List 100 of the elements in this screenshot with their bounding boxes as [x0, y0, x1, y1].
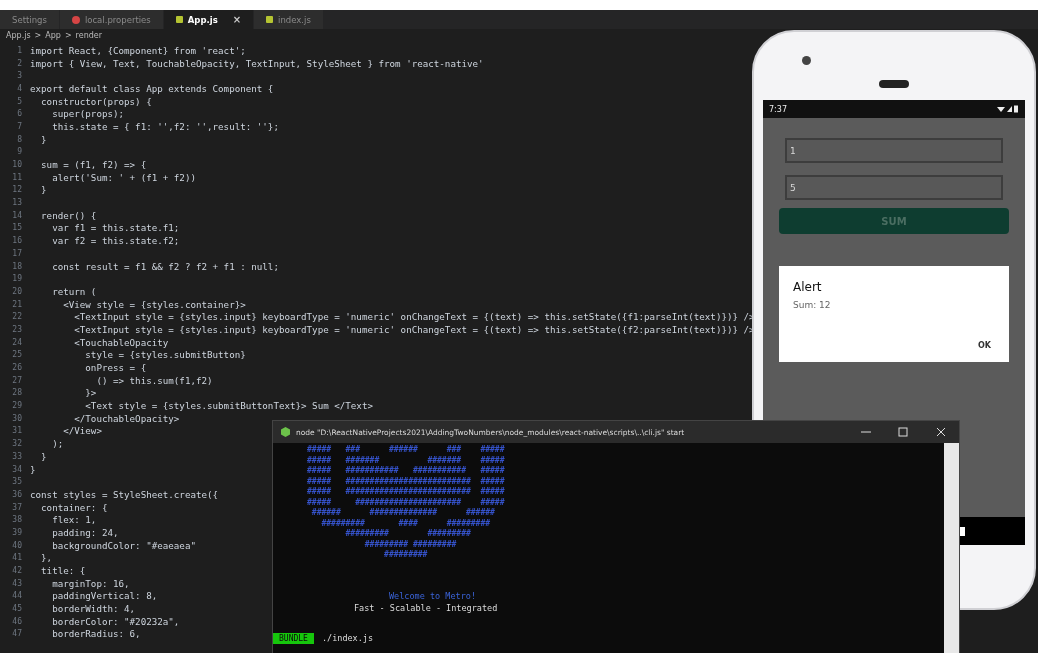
line-number: 33: [11, 451, 23, 461]
code-line: style = {styles.submitButton}: [84, 349, 246, 361]
code-line: <TouchableOpacity: [73, 336, 169, 348]
editor-tab[interactable]: index.js: [254, 10, 324, 29]
ascii-art-line: ######### #########: [344, 529, 472, 540]
editor-tab[interactable]: App.js ×: [163, 10, 255, 29]
code-line: }: [40, 450, 47, 462]
line-number: 18: [11, 261, 23, 271]
line-number: 8: [16, 134, 23, 144]
code-line: var f2 = this.state.f2;: [51, 235, 180, 247]
tab-label: local.properties: [84, 14, 151, 25]
code-line: }>: [84, 387, 97, 399]
line-number: 39: [11, 527, 23, 537]
code-line: constructor(props) {: [40, 95, 152, 107]
code-line: borderWidth: 4,: [51, 603, 136, 615]
code-line: alert('Sum: ' + (f1 + f2)): [51, 171, 196, 183]
line-number: 17: [11, 248, 23, 258]
line-number: 42: [11, 566, 23, 576]
code-line: paddingVertical: 8,: [51, 590, 158, 602]
line-number: 4: [16, 83, 23, 93]
number-input[interactable]: 1: [785, 138, 1003, 163]
line-number: 5: [16, 96, 23, 106]
line-number: 3: [16, 71, 23, 81]
line-number: 23: [11, 324, 23, 334]
node-icon: [281, 427, 290, 437]
code-line: }: [40, 133, 47, 145]
code-line: },: [40, 552, 53, 564]
code-line: }: [30, 463, 36, 475]
line-number: 45: [11, 604, 23, 614]
code-line: backgroundColor: "#eaeaea": [51, 539, 196, 551]
code-line: super(props);: [51, 108, 125, 120]
ascii-art-line: #########: [383, 550, 429, 561]
line-number: 27: [11, 375, 23, 385]
line-number: 21: [11, 299, 23, 309]
code-line: title: {: [40, 565, 86, 577]
line-number: 38: [11, 515, 23, 525]
camera-icon: [802, 56, 811, 65]
line-number: 2: [16, 58, 23, 68]
close-icon[interactable]: ×: [232, 14, 242, 25]
code-line: </TouchableOpacity>: [73, 412, 180, 424]
line-number: 36: [11, 489, 23, 499]
line-number: 30: [11, 413, 23, 423]
line-number: 6: [16, 109, 23, 119]
code-line: borderRadius: 6,: [51, 628, 141, 640]
welcome-text: Welcome to Metro!: [388, 590, 477, 601]
breadcrumb-item[interactable]: App: [45, 31, 61, 40]
ascii-art-line: ##### ########################## #####: [306, 476, 506, 487]
ascii-art-line: ##### ###################### #####: [306, 497, 506, 508]
line-number: 37: [11, 502, 23, 512]
number-input[interactable]: 5: [785, 175, 1003, 200]
line-number: 7: [16, 121, 23, 131]
line-number: 26: [11, 363, 23, 373]
code-line: container: {: [40, 501, 108, 513]
ascii-art-line: ##### ########################## #####: [306, 487, 506, 498]
ascii-art-line: ##### ####### ####### #####: [306, 455, 506, 466]
line-number: 43: [11, 578, 23, 588]
tab-label: Settings: [12, 14, 47, 25]
editor-tab[interactable]: local.properties: [59, 10, 164, 29]
line-number: 19: [11, 274, 23, 284]
status-time: 7:37: [769, 104, 787, 114]
code-line: </View>: [62, 425, 102, 437]
ok-button[interactable]: OK: [974, 339, 995, 352]
breadcrumb-item[interactable]: >: [64, 31, 72, 40]
code-line: export default class App extends Component {: [30, 82, 274, 94]
line-number: 32: [11, 439, 23, 449]
file-icon: [266, 16, 274, 23]
breadcrumb-item[interactable]: App.js: [6, 31, 31, 40]
tagline-text: Fast - Scalable - Integrated: [353, 602, 499, 613]
line-number: 35: [11, 477, 23, 487]
code-line: return (: [51, 285, 97, 297]
line-number: 41: [11, 553, 23, 563]
signal-battery-icon: [997, 105, 1019, 113]
code-line: import { View, Text, TouchableOpacity, TextInput, StyleSheet } from 'react-native': [30, 57, 484, 69]
code-line: );: [51, 438, 64, 450]
line-number: 28: [11, 388, 23, 398]
editor-tab[interactable]: Settings: [0, 10, 60, 29]
code-line: <View style = {styles.container}>: [62, 298, 246, 310]
line-number: 9: [16, 147, 23, 157]
code-line: sum = (f1, f2) => {: [40, 159, 147, 171]
breadcrumb-item[interactable]: render: [75, 31, 102, 40]
tab-label: index.js: [278, 14, 311, 25]
scrollbar[interactable]: [944, 443, 959, 653]
line-number: 13: [11, 198, 23, 208]
ascii-art-line: ###### ############## ######: [310, 508, 496, 519]
breadcrumb-item[interactable]: >: [34, 31, 42, 40]
bundle-path: ./index.js: [321, 633, 374, 643]
line-number: 16: [11, 236, 23, 246]
code-line: flex: 1,: [51, 514, 97, 526]
tab-label: App.js: [187, 14, 218, 25]
line-number: 12: [11, 185, 23, 195]
code-line: const styles = StyleSheet.create({: [30, 488, 219, 500]
code-line: import React, {Component} from 'react';: [30, 44, 246, 56]
line-number: 15: [11, 223, 23, 233]
code-line: () => this.sum(f1,f2): [95, 374, 213, 386]
ascii-art-line: ##### ########### ########### #####: [306, 466, 506, 477]
bundle-badge: BUNDLE: [273, 632, 314, 644]
line-number: 31: [11, 426, 23, 436]
file-icon: [71, 15, 80, 24]
ascii-art-line: ######### #########: [363, 539, 458, 550]
code-line: marginTop: 16,: [51, 577, 130, 589]
